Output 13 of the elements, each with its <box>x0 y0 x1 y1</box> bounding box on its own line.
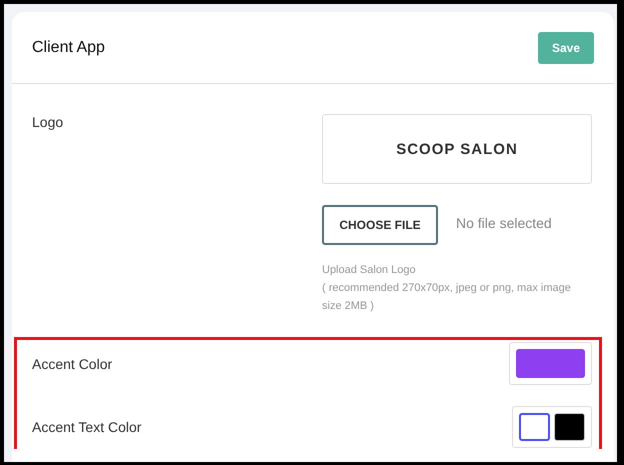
hint-text: ( recommended 270x70px, jpeg or png, max image size 2MB ) <box>322 281 572 314</box>
logo-text: SCOOP SALON <box>396 140 518 158</box>
file-status: No file selected <box>456 215 552 231</box>
color-swatch[interactable] <box>516 349 585 378</box>
page-title: Client App <box>32 38 105 56</box>
color-label: Accent Color <box>32 356 114 372</box>
color-picker[interactable] <box>512 406 592 448</box>
color-label: Accent Text Color <box>32 418 142 434</box>
color-swatch[interactable] <box>519 412 550 440</box>
logo-label: Logo <box>32 114 64 132</box>
hint-text: Upload Salon Logo <box>322 263 417 278</box>
choose-file-button[interactable]: CHOOSE FILE <box>322 205 438 245</box>
color-picker[interactable] <box>509 342 592 385</box>
